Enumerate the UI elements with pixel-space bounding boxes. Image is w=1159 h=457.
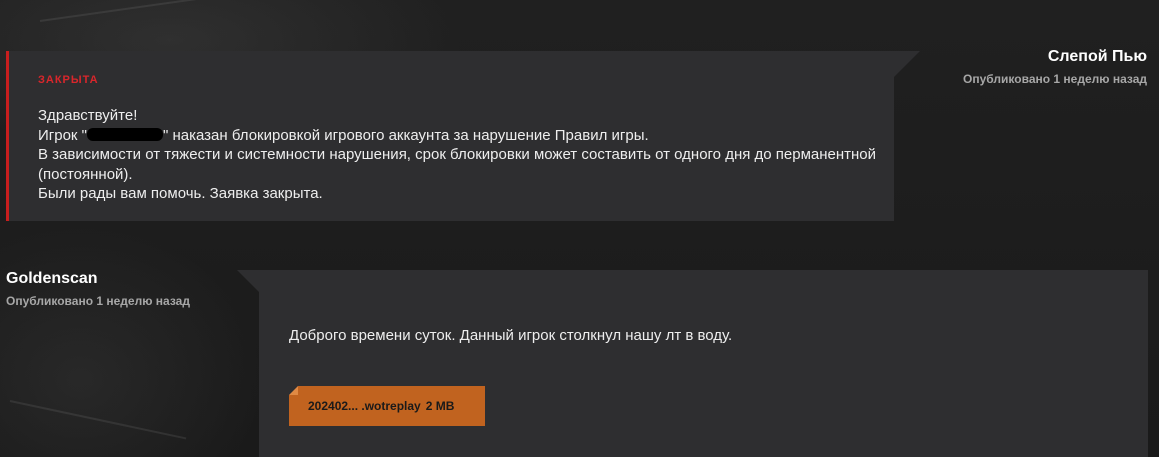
user-author-block: Goldenscan Опубликовано 1 неделю назад (6, 270, 266, 308)
redacted-player-name (87, 127, 163, 141)
author-name: Goldenscan (6, 270, 98, 287)
user-message-text: Доброго времени суток. Данный игрок стол… (289, 327, 733, 344)
support-reply-text: Здравствуйте! Игрок " " наказан блокировк… (38, 106, 878, 204)
reply-line: Здравствуйте! (38, 107, 138, 124)
attachment-download-button[interactable]: 202402... .wotreplay 2 MB (289, 386, 485, 426)
attachment-size: 2 MB (425, 399, 455, 413)
author-name: Слепой Пью (1047, 48, 1147, 65)
post-date: Опубликовано 1 неделю назад (6, 294, 190, 308)
file-icon (289, 386, 298, 395)
card-notch (237, 270, 259, 292)
reply-line: В зависимости от тяжести и системности н… (38, 146, 877, 183)
support-author-block: Слепой Пью Опубликовано 1 неделю назад (887, 48, 1147, 86)
reply-line-player: Игрок " " наказан блокировкой игрового ак… (38, 126, 878, 146)
reply-line: Игрок " (38, 126, 87, 144)
post-date: Опубликовано 1 неделю назад (963, 72, 1147, 86)
background-decoration (9, 400, 187, 440)
user-message-card: Доброго времени суток. Данный игрок стол… (237, 270, 1148, 457)
background-decoration (39, 0, 298, 22)
attachment-filename: 202402... .wotreplay (308, 399, 421, 413)
reply-line: Были рады вам помочь. Заявка закрыта. (38, 185, 323, 202)
support-reply-card: ЗАКРЫТА Здравствуйте! Игрок " " наказан б… (6, 51, 920, 221)
reply-line: " наказан блокировкой игрового аккаунта … (163, 126, 649, 144)
status-badge: ЗАКРЫТА (38, 74, 99, 86)
